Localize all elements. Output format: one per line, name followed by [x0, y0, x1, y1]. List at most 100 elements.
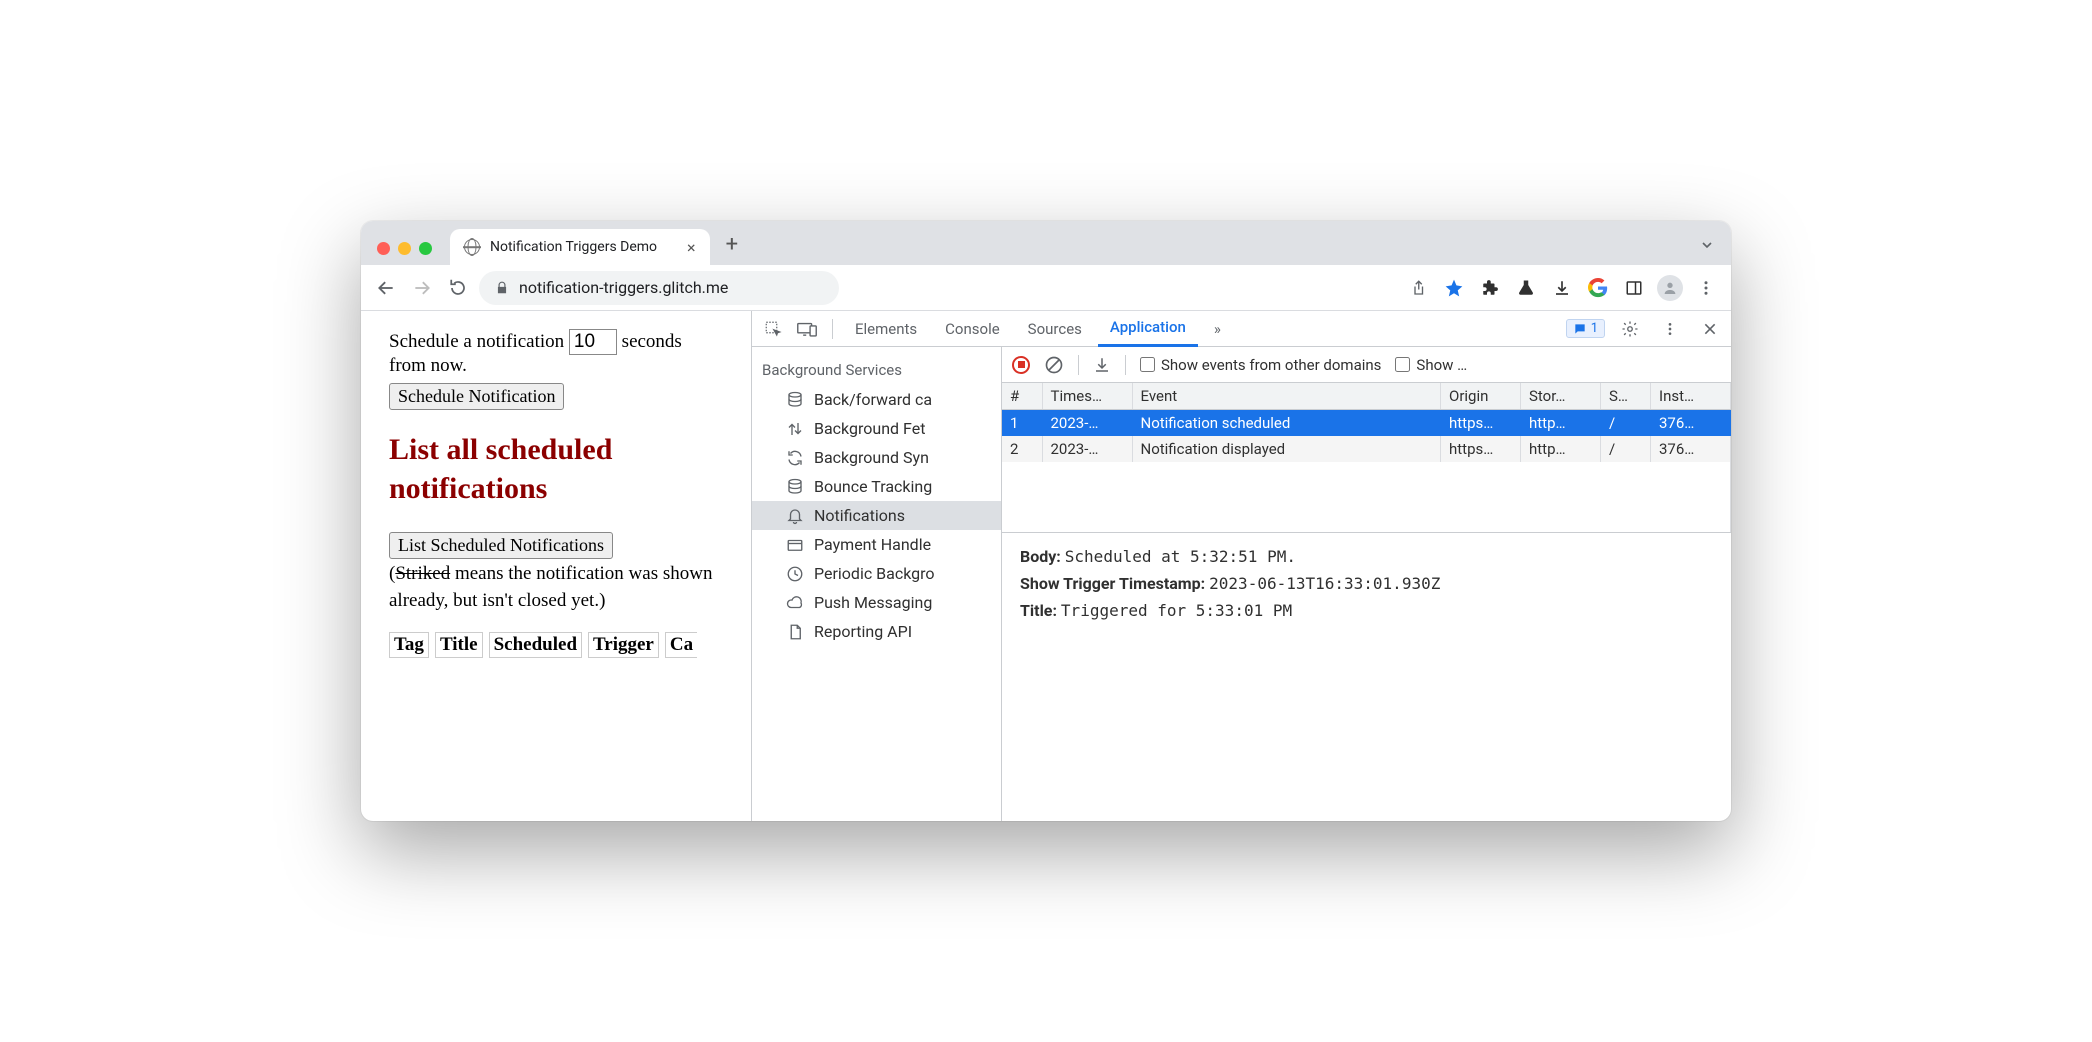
sidebar-item-label: Payment Handle [814, 535, 931, 554]
sidebar-item-label: Background Fet [814, 419, 925, 438]
show-more-checkbox[interactable]: Show … [1395, 356, 1467, 374]
list-notifications-button[interactable]: List Scheduled Notifications [389, 532, 613, 559]
schedule-row: Schedule a notification seconds from now… [389, 329, 723, 377]
tab-title: Notification Triggers Demo [490, 239, 657, 255]
sidebar-item-background-syn[interactable]: Background Syn [752, 443, 1001, 472]
events-table: #Times…EventOriginStor…S…Inst… 12023-…No… [1002, 383, 1731, 533]
th-cancel: Ca [665, 632, 697, 658]
labs-flask-icon[interactable] [1511, 273, 1541, 303]
sidebar-item-background-fet[interactable]: Background Fet [752, 414, 1001, 443]
lock-icon [495, 281, 509, 295]
device-toggle-icon[interactable] [792, 314, 822, 344]
extensions-icon[interactable] [1475, 273, 1505, 303]
settings-gear-icon[interactable] [1615, 314, 1645, 344]
sidebar-item-push-messaging[interactable]: Push Messaging [752, 588, 1001, 617]
sidebar-item-periodic-backgro[interactable]: Periodic Backgro [752, 559, 1001, 588]
save-icon[interactable] [1093, 356, 1111, 374]
sidebar-item-label: Back/forward ca [814, 390, 932, 409]
events-toolbar: Show events from other domains Show … [1002, 347, 1731, 383]
checkbox-label-1: Show events from other domains [1161, 356, 1381, 374]
new-tab-button[interactable]: + [710, 232, 754, 265]
tabs-overflow[interactable]: » [1202, 311, 1233, 347]
th-title: Title [435, 632, 483, 658]
notifications-table-header: Tag Title Scheduled Trigger Ca [389, 632, 723, 658]
col-header[interactable]: Origin [1441, 383, 1521, 410]
col-header[interactable]: Times… [1042, 383, 1132, 410]
trigger-value: 2023-06-13T16:33:01.930Z [1209, 574, 1440, 593]
profile-avatar[interactable] [1655, 273, 1685, 303]
downloads-icon[interactable] [1547, 273, 1577, 303]
col-header[interactable]: # [1002, 383, 1042, 410]
col-header[interactable]: Event [1132, 383, 1441, 410]
schedule-label-a: Schedule a notification [389, 331, 569, 352]
minimize-window-button[interactable] [398, 242, 411, 255]
col-header[interactable]: Inst… [1651, 383, 1731, 410]
devtools-close-icon[interactable] [1695, 314, 1725, 344]
issues-badge[interactable]: 1 [1566, 319, 1605, 338]
address-bar[interactable]: notification-triggers.glitch.me [479, 271, 839, 305]
table-cell: 376… [1651, 410, 1731, 437]
maximize-window-button[interactable] [419, 242, 432, 255]
show-other-domains-checkbox[interactable]: Show events from other domains [1140, 356, 1381, 374]
sidebar-item-notifications[interactable]: Notifications [752, 501, 1001, 530]
sidebar-item-back-forward-ca[interactable]: Back/forward ca [752, 385, 1001, 414]
sidebar-item-payment-handle[interactable]: Payment Handle [752, 530, 1001, 559]
sidebar-item-bounce-tracking[interactable]: Bounce Tracking [752, 472, 1001, 501]
sidebar-item-label: Background Syn [814, 448, 929, 467]
th-trigger: Trigger [588, 632, 659, 658]
table-cell: / [1601, 436, 1651, 462]
col-header[interactable]: S… [1601, 383, 1651, 410]
tab-console[interactable]: Console [933, 311, 1012, 347]
forward-button[interactable] [407, 273, 437, 303]
tab-strip: Notification Triggers Demo × + [361, 221, 1731, 265]
sidebar-item-reporting-api[interactable]: Reporting API [752, 617, 1001, 646]
table-cell: 2 [1002, 436, 1042, 462]
table-cell: http… [1521, 410, 1601, 437]
close-tab-button[interactable]: × [687, 238, 696, 257]
table-row[interactable]: 22023-…Notification displayedhttps…http…… [1002, 436, 1731, 462]
chat-icon [1573, 322, 1587, 336]
body-value: Scheduled at 5:32:51 PM. [1065, 547, 1296, 566]
reload-button[interactable] [443, 273, 473, 303]
record-button[interactable] [1012, 356, 1030, 374]
back-button[interactable] [371, 273, 401, 303]
trigger-label: Show Trigger Timestamp: [1020, 574, 1205, 593]
sidebar-item-label: Bounce Tracking [814, 477, 932, 496]
devtools-sidebar: Background Services Back/forward caBackg… [752, 347, 1002, 821]
inspect-element-icon[interactable] [758, 314, 788, 344]
seconds-input[interactable] [569, 329, 617, 355]
menu-button[interactable] [1691, 273, 1721, 303]
hint-striked: Striked [395, 563, 450, 584]
side-panel-icon[interactable] [1619, 273, 1649, 303]
tab-sources[interactable]: Sources [1016, 311, 1094, 347]
devtools-menu-icon[interactable] [1655, 314, 1685, 344]
devtools-panel: Elements Console Sources Application » 1 [751, 311, 1731, 821]
devtools-tabstrip: Elements Console Sources Application » 1 [752, 311, 1731, 347]
google-icon[interactable] [1583, 273, 1613, 303]
table-cell: http… [1521, 436, 1601, 462]
tab-elements[interactable]: Elements [843, 311, 929, 347]
table-cell: Notification displayed [1132, 436, 1441, 462]
bookmark-star-icon[interactable] [1439, 273, 1469, 303]
tabs-dropdown-button[interactable] [1699, 237, 1715, 253]
tab-application[interactable]: Application [1098, 311, 1198, 347]
share-icon[interactable] [1403, 273, 1433, 303]
checkbox-label-2: Show … [1416, 356, 1467, 374]
table-row[interactable]: 12023-…Notification scheduledhttps…http…… [1002, 410, 1731, 437]
event-details: Body: Scheduled at 5:32:51 PM. Show Trig… [1002, 533, 1731, 642]
sidebar-item-label: Notifications [814, 506, 905, 525]
list-heading: List all scheduled notifications [389, 430, 723, 508]
schedule-notification-button[interactable]: Schedule Notification [389, 383, 564, 410]
sidebar-item-label: Periodic Backgro [814, 564, 935, 583]
browser-tab[interactable]: Notification Triggers Demo × [450, 229, 710, 265]
col-header[interactable]: Stor… [1521, 383, 1601, 410]
browser-toolbar: notification-triggers.glitch.me [361, 265, 1731, 311]
table-cell: https… [1441, 410, 1521, 437]
browser-window: Notification Triggers Demo × + notificat… [361, 221, 1731, 821]
clear-icon[interactable] [1044, 355, 1064, 375]
webpage: Schedule a notification seconds from now… [361, 311, 751, 821]
table-cell: / [1601, 410, 1651, 437]
devtools-main: Show events from other domains Show … #T… [1002, 347, 1731, 821]
close-window-button[interactable] [377, 242, 390, 255]
table-cell: 2023-… [1042, 410, 1132, 437]
